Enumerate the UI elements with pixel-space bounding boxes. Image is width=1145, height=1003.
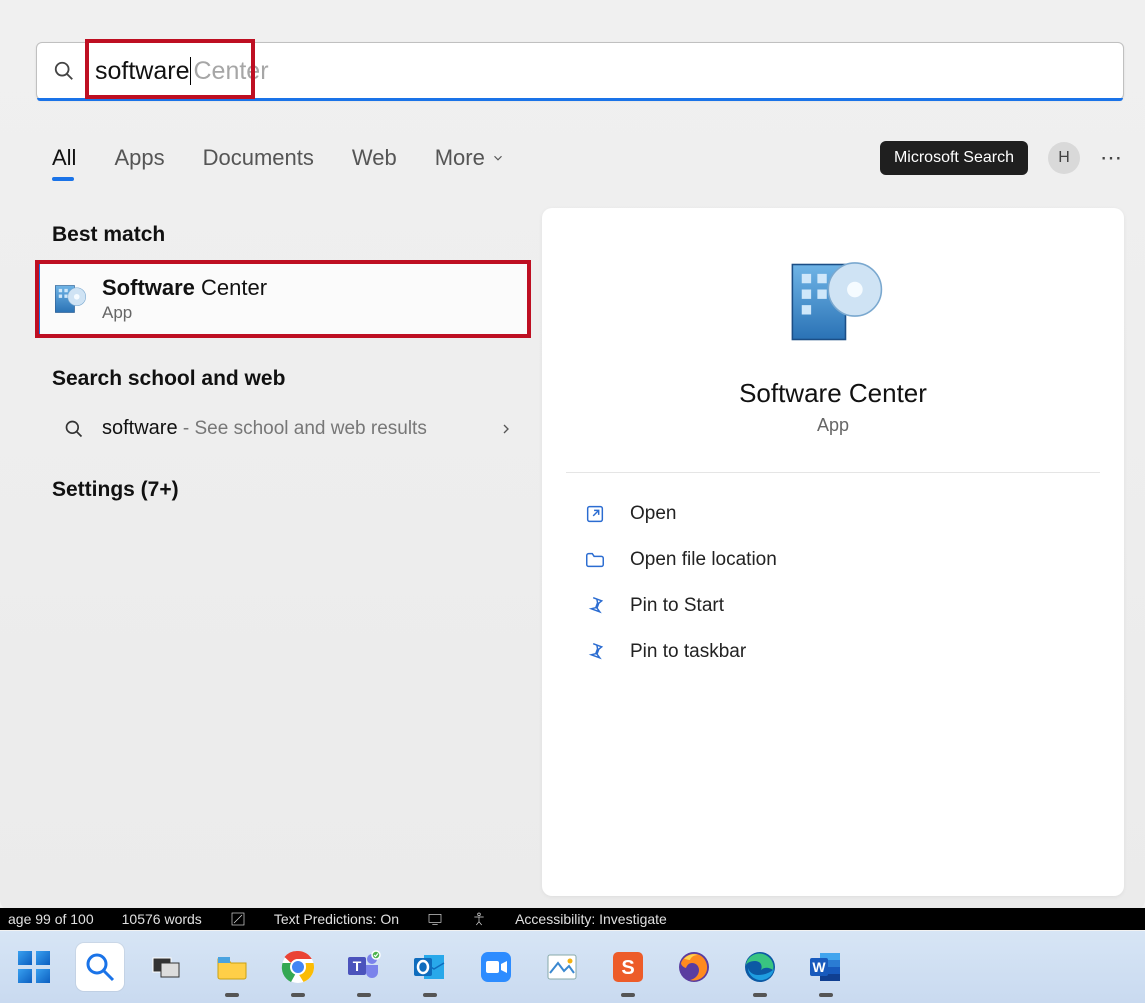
chrome-icon	[280, 949, 316, 985]
photos-icon	[544, 949, 580, 985]
word-icon: W	[808, 949, 844, 985]
folder-icon	[584, 549, 606, 571]
zoom[interactable]	[472, 943, 520, 991]
web-search-result[interactable]: software - See school and web results	[36, 405, 530, 452]
divider	[566, 472, 1100, 473]
outlook[interactable]	[406, 943, 454, 991]
chevron-down-icon	[491, 151, 505, 165]
software-center-icon	[52, 281, 88, 317]
preview-pane: Software Center App Open Open file locat…	[542, 208, 1124, 896]
search-autocomplete-suffix: Center	[193, 57, 268, 86]
best-match-header: Best match	[36, 215, 530, 261]
tab-web[interactable]: Web	[352, 141, 397, 175]
chrome[interactable]	[274, 943, 322, 991]
outlook-icon	[412, 949, 448, 985]
word[interactable]: W	[802, 943, 850, 991]
tab-all[interactable]: All	[52, 141, 76, 175]
snagit[interactable]: S	[604, 943, 652, 991]
best-match-title: Software Center	[102, 275, 267, 301]
word-status-bar: age 99 of 100 10576 words Text Predictio…	[0, 908, 1145, 930]
search-button[interactable]	[76, 943, 124, 991]
search-icon	[53, 60, 75, 82]
status-words[interactable]: 10576 words	[122, 911, 202, 927]
settings-results-header: Settings (7+)	[36, 470, 530, 516]
firefox-icon	[676, 949, 712, 985]
more-options-button[interactable]: ⋯	[1100, 145, 1124, 171]
best-match-result[interactable]: Software Center App	[36, 261, 530, 337]
svg-text:T: T	[353, 958, 362, 974]
chevron-right-icon	[498, 421, 514, 437]
open-icon	[584, 503, 606, 525]
search-input-container[interactable]: software Center	[36, 42, 1124, 100]
preview-subtitle: App	[817, 415, 849, 436]
status-text-predictions[interactable]: Text Predictions: On	[274, 911, 399, 927]
photos[interactable]	[538, 943, 586, 991]
action-open[interactable]: Open	[566, 491, 1100, 537]
edge-icon	[742, 949, 778, 985]
software-center-icon	[783, 252, 883, 352]
web-result-description: - See school and web results	[178, 418, 427, 439]
search-icon	[64, 419, 84, 439]
action-open-file-location[interactable]: Open file location	[566, 537, 1100, 583]
web-results-header: Search school and web	[36, 359, 530, 405]
search-icon	[82, 949, 118, 985]
search-typed-text: software	[95, 57, 191, 86]
firefox[interactable]	[670, 943, 718, 991]
status-accessibility[interactable]: Accessibility: Investigate	[515, 911, 667, 927]
accessibility-icon[interactable]	[471, 911, 487, 927]
file-explorer[interactable]	[208, 943, 256, 991]
svg-text:S: S	[621, 957, 634, 979]
teams[interactable]: T	[340, 943, 388, 991]
filter-tabs-row: All Apps Documents Web More Microsoft Se…	[52, 132, 1124, 184]
pin-icon	[584, 595, 606, 617]
snagit-icon: S	[610, 949, 646, 985]
tab-more[interactable]: More	[435, 141, 505, 175]
tab-documents[interactable]: Documents	[203, 141, 314, 175]
tab-apps[interactable]: Apps	[114, 141, 164, 175]
folder-icon	[214, 949, 250, 985]
proofing-icon[interactable]	[230, 911, 246, 927]
teams-icon: T	[346, 949, 382, 985]
action-pin-to-start[interactable]: Pin to Start	[566, 583, 1100, 629]
svg-text:W: W	[812, 959, 826, 975]
web-result-query: software	[102, 417, 178, 439]
user-avatar[interactable]: H	[1048, 142, 1080, 174]
search-panel: software Center All Apps Documents Web M…	[0, 0, 1145, 910]
start-button[interactable]	[10, 943, 58, 991]
taskbar: T S	[0, 931, 1145, 1003]
task-view-icon	[148, 949, 184, 985]
display-settings-icon[interactable]	[427, 911, 443, 927]
edge[interactable]	[736, 943, 784, 991]
action-pin-to-taskbar[interactable]: Pin to taskbar	[566, 629, 1100, 675]
windows-logo-icon	[16, 949, 52, 985]
microsoft-search-badge[interactable]: Microsoft Search	[880, 141, 1028, 175]
task-view-button[interactable]	[142, 943, 190, 991]
zoom-icon	[478, 949, 514, 985]
preview-title: Software Center	[739, 378, 927, 409]
pin-icon	[584, 641, 606, 663]
status-page[interactable]: age 99 of 100	[8, 911, 94, 927]
best-match-subtitle: App	[102, 303, 267, 323]
preview-actions: Open Open file location Pin to Start Pin…	[566, 491, 1100, 675]
results-column: Best match Software Center App	[36, 215, 530, 516]
